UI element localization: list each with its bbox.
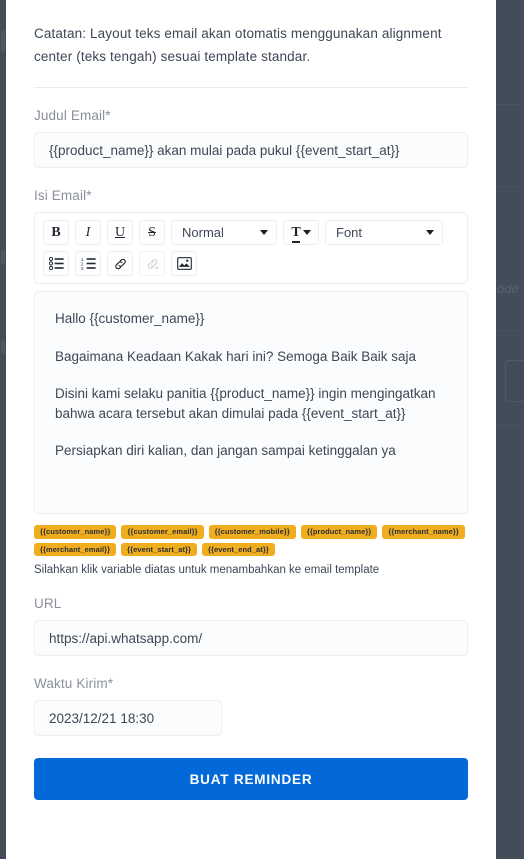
screen: ode Catatan: Layout teks email akan otom…: [0, 0, 524, 859]
email-body-paragraph: Persiapkan diri kalian, dan jangan sampa…: [55, 443, 396, 459]
variable-hint-text: Silahkan klik variable diatas untuk mena…: [34, 564, 380, 577]
email-title-label: Judul Email*: [34, 108, 111, 124]
rich-text-editor: B I U S Normal T Font 1 2 3 Hallo {{cust…: [34, 212, 468, 515]
variable-chip-list: {{customer_name}} {{customer_email}} {{c…: [34, 525, 482, 557]
insert-image-button[interactable]: [171, 251, 197, 277]
font-family-value: Font: [336, 225, 363, 241]
email-title-input[interactable]: [34, 132, 468, 169]
editor-toolbar-row-1: B I U S Normal T Font: [43, 220, 459, 246]
block-format-value: Normal: [182, 225, 224, 241]
variable-chip[interactable]: {{event_start_at}}: [121, 542, 198, 557]
backdrop-partial-field: [505, 360, 524, 402]
create-reminder-button[interactable]: BUAT REMINDER: [34, 758, 468, 801]
bullet-list-icon: [48, 257, 64, 271]
variable-chip[interactable]: {{customer_mobile}}: [208, 525, 296, 539]
email-body-editor[interactable]: Hallo {{customer_name}} Bagaimana Keadaa…: [34, 291, 468, 515]
bold-button[interactable]: B: [43, 220, 69, 246]
chevron-down-icon: [302, 230, 311, 236]
svg-text:3: 3: [81, 266, 84, 270]
italic-button[interactable]: I: [75, 220, 101, 246]
layout-note: Catatan: Layout teks email akan otomatis…: [34, 26, 442, 65]
variable-chip[interactable]: {{customer_name}}: [34, 525, 117, 539]
text-color-button[interactable]: T: [283, 220, 319, 246]
backdrop-partial-text: ode: [497, 281, 519, 296]
block-format-select[interactable]: Normal: [171, 220, 277, 246]
section-divider: [34, 87, 468, 89]
image-icon: [176, 257, 192, 271]
variable-chip[interactable]: {{product_name}}: [300, 525, 378, 539]
link-icon: [114, 258, 126, 270]
email-body-paragraph: Hallo {{customer_name}}: [55, 311, 205, 327]
underline-button[interactable]: U: [107, 220, 133, 246]
bullet-list-button[interactable]: [43, 251, 69, 277]
email-body-paragraph: Bagaimana Keadaan Kakak hari ini? Semoga…: [55, 348, 416, 364]
left-edge-strip: [0, 0, 6, 859]
ordered-list-button[interactable]: 1 2 3: [75, 251, 101, 277]
url-label: URL: [34, 596, 62, 612]
chevron-down-icon: [426, 230, 434, 236]
ordered-list-icon: 1 2 3: [81, 257, 96, 270]
variable-chip[interactable]: {{event_end_at}}: [202, 542, 275, 557]
variable-chip[interactable]: {{customer_email}}: [121, 525, 204, 539]
unlink-icon: [147, 259, 158, 270]
editor-toolbar-row-2: 1 2 3: [43, 251, 459, 277]
send-time-label: Waktu Kirim*: [34, 676, 114, 692]
email-body-paragraph: Disini kami selaku panitia {{product_nam…: [55, 385, 436, 422]
url-input[interactable]: [34, 620, 468, 657]
send-time-input[interactable]: [34, 700, 222, 737]
remove-link-button[interactable]: [139, 251, 165, 277]
font-family-select[interactable]: Font: [325, 220, 443, 246]
scroll-indicator[interactable]: [1, 250, 5, 264]
chevron-down-icon: [260, 230, 268, 236]
reminder-form-modal: Catatan: Layout teks email akan otomatis…: [6, 0, 496, 859]
variable-chip[interactable]: {{merchant_email}}: [34, 542, 117, 557]
variable-chip[interactable]: {{merchant_name}}: [382, 525, 465, 539]
strikethrough-button[interactable]: S: [139, 220, 165, 246]
scroll-indicator[interactable]: [1, 340, 5, 354]
email-body-label: Isi Email*: [34, 188, 92, 204]
editor-toolbar: B I U S Normal T Font 1 2 3: [34, 212, 468, 285]
text-color-icon: T: [291, 224, 301, 243]
insert-link-button[interactable]: [107, 251, 133, 277]
scroll-indicator[interactable]: [1, 30, 5, 52]
